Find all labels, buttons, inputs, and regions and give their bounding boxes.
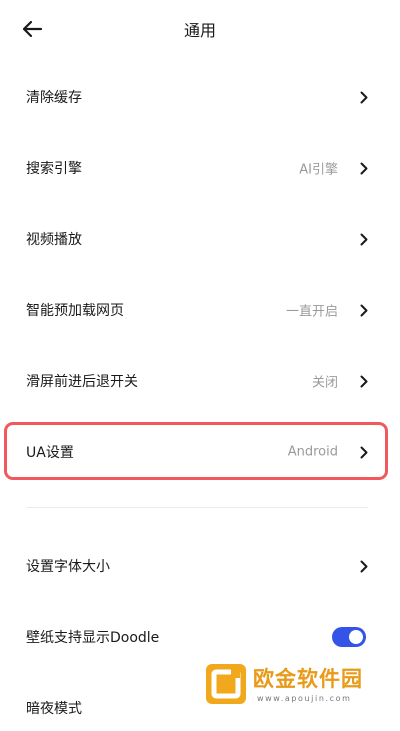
page-title: 通用 bbox=[183, 21, 216, 40]
setting-row-search-engine[interactable]: 搜索引擎 AI引擎 bbox=[0, 145, 400, 191]
chevron-right-icon bbox=[358, 445, 370, 459]
setting-value: 一直开启 bbox=[285, 304, 338, 320]
setting-label: 清除缓存 bbox=[26, 90, 82, 106]
setting-row-smart-preload[interactable]: 智能预加载网页 一直开启 bbox=[0, 287, 400, 333]
setting-row-wallpaper-doodle: 壁纸支持显示Doodle bbox=[0, 614, 400, 660]
setting-row-video-playback[interactable]: 视频播放 bbox=[0, 216, 400, 262]
chevron-right-icon bbox=[358, 303, 370, 317]
watermark: 欧金软件园 www.apoujin.com bbox=[197, 659, 400, 712]
section-divider bbox=[26, 507, 368, 508]
setting-label: 视频播放 bbox=[26, 232, 82, 248]
setting-value: AI引擎 bbox=[299, 162, 338, 178]
chevron-right-icon bbox=[358, 90, 370, 104]
chevron-right-icon bbox=[358, 161, 370, 175]
setting-row-swipe-nav[interactable]: 滑屏前进后退开关 关闭 bbox=[0, 358, 400, 404]
top-bar: 通用 bbox=[0, 0, 400, 58]
chevron-right-icon bbox=[358, 374, 370, 388]
setting-row-font-size[interactable]: 设置字体大小 bbox=[0, 543, 400, 589]
setting-label: 搜索引擎 bbox=[26, 161, 82, 177]
watermark-url: www.apoujin.com bbox=[257, 694, 352, 703]
setting-label: 壁纸支持显示Doodle bbox=[26, 630, 160, 646]
setting-row-clear-cache[interactable]: 清除缓存 bbox=[0, 74, 400, 120]
chevron-right-icon bbox=[358, 232, 370, 246]
doodle-toggle[interactable] bbox=[332, 627, 366, 647]
setting-row-ua-settings[interactable]: UA设置 Android bbox=[0, 429, 400, 475]
setting-label: 设置字体大小 bbox=[26, 559, 110, 575]
chevron-right-icon bbox=[358, 559, 370, 573]
setting-label: 智能预加载网页 bbox=[26, 303, 124, 319]
setting-label: UA设置 bbox=[26, 445, 74, 461]
setting-value: Android bbox=[287, 444, 338, 460]
watermark-title: 欧金软件园 bbox=[253, 667, 363, 691]
setting-label: 暗夜模式 bbox=[26, 701, 82, 717]
toggle-knob bbox=[349, 630, 363, 644]
watermark-logo-icon bbox=[206, 664, 246, 704]
setting-label: 滑屏前进后退开关 bbox=[26, 374, 138, 390]
setting-value: 关闭 bbox=[311, 375, 338, 391]
